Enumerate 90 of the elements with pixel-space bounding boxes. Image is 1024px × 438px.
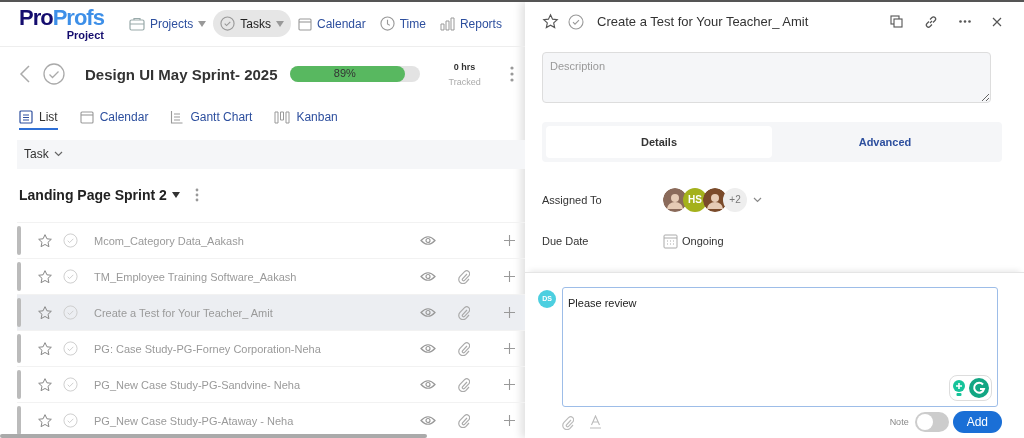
add-icon[interactable] [504, 415, 515, 426]
comment-field[interactable]: Please review [562, 286, 998, 407]
eye-icon[interactable] [420, 307, 436, 318]
columns-icon [274, 110, 291, 124]
add-icon[interactable] [504, 343, 515, 354]
paperclip-icon[interactable] [458, 341, 470, 356]
check-circle-icon [220, 16, 236, 32]
paperclip-icon[interactable] [458, 413, 470, 428]
paperclip-icon[interactable] [562, 414, 574, 430]
star-icon[interactable] [37, 340, 53, 357]
check-circle-icon[interactable] [63, 341, 78, 356]
list-icon [19, 110, 33, 125]
nav-tab[interactable]: Time [372, 10, 433, 38]
calendar-icon [79, 110, 94, 125]
note-toggle[interactable] [914, 412, 949, 433]
star-icon[interactable] [37, 376, 53, 393]
check-circle-icon[interactable] [568, 13, 584, 30]
add-icon[interactable] [504, 271, 515, 282]
calendar-icon [298, 16, 312, 31]
caret-icon[interactable] [171, 192, 180, 199]
avatar[interactable] [703, 188, 727, 212]
hours-value: 0 hrs [453, 61, 476, 72]
task-title: Create a Test for Your Teacher_ Amit [597, 14, 810, 30]
details-tab[interactable]: Details [546, 126, 772, 159]
paperclip-icon[interactable] [458, 269, 470, 284]
calendar-icon [663, 233, 678, 250]
field-label: Assigned To [542, 194, 603, 206]
chevron-icon[interactable] [753, 197, 762, 203]
check-circle-icon[interactable] [63, 269, 78, 284]
avatar[interactable] [663, 188, 687, 212]
proprofs-logo[interactable]: ProProfs Project [19, 6, 104, 41]
details-tab[interactable]: Advanced [772, 126, 998, 159]
drag-handle[interactable] [17, 370, 21, 399]
eye-icon[interactable] [420, 271, 436, 282]
copy-icon[interactable] [890, 15, 903, 29]
note-label: Note [889, 417, 909, 428]
eye-icon[interactable] [420, 379, 436, 390]
hours-caption: Tracked [448, 76, 481, 87]
drag-handle[interactable] [17, 226, 21, 255]
column-header[interactable]: Task [24, 147, 63, 162]
add-icon[interactable] [504, 379, 515, 390]
gantt-icon [170, 110, 185, 125]
check-circle-icon[interactable] [43, 63, 65, 86]
nav-tab[interactable]: Tasks [213, 10, 291, 38]
group-title[interactable]: Landing Page Sprint 2 [19, 187, 167, 204]
add-icon[interactable] [504, 307, 515, 318]
view-tab[interactable]: List [19, 106, 58, 131]
project-title: Design UI May Sprint- 2025 [85, 65, 278, 83]
nav-tab[interactable]: Reports [432, 10, 509, 38]
scrollbar[interactable] [0, 434, 427, 438]
progress-label: 89% [332, 67, 357, 80]
star-icon[interactable] [37, 412, 53, 429]
comment-text: Please review [568, 296, 637, 309]
star-icon[interactable] [37, 232, 53, 249]
text-format-icon[interactable] [590, 415, 601, 430]
briefcase-icon [128, 16, 145, 31]
check-circle-icon[interactable] [63, 233, 78, 248]
view-tab[interactable]: Calendar [79, 106, 149, 131]
due-date-value[interactable]: Ongoing [682, 235, 724, 248]
field-label: Due Date [542, 235, 590, 248]
add-button[interactable]: Add [952, 411, 1002, 434]
check-circle-icon[interactable] [63, 305, 78, 320]
star-icon[interactable] [37, 304, 53, 321]
eye-icon[interactable] [420, 415, 436, 426]
nav-tab[interactable]: Calendar [291, 10, 373, 38]
paperclip-icon[interactable] [458, 377, 470, 392]
add-icon[interactable] [504, 235, 515, 246]
drag-handle[interactable] [17, 406, 21, 435]
view-tab[interactable]: Gantt Chart [170, 106, 253, 131]
check-circle-icon[interactable] [63, 377, 78, 392]
nav-tab[interactable]: Projects [121, 10, 214, 38]
star-icon[interactable] [542, 13, 559, 31]
star-icon[interactable] [37, 268, 53, 285]
more-icon[interactable] [959, 20, 971, 24]
eye-icon[interactable] [420, 343, 436, 354]
grammar-assistant-icon[interactable] [949, 374, 992, 401]
bar-chart-icon [439, 16, 455, 31]
paperclip-icon[interactable] [458, 305, 470, 320]
more-assignees-badge[interactable]: +2 [723, 188, 747, 212]
drag-handle[interactable] [17, 298, 21, 327]
check-circle-icon[interactable] [63, 413, 78, 428]
drag-handle[interactable] [17, 334, 21, 363]
close-icon[interactable] [992, 16, 1002, 27]
eye-icon[interactable] [420, 235, 436, 246]
description-field[interactable]: Description [542, 52, 991, 104]
view-tab[interactable]: Kanban [274, 106, 338, 131]
link-icon[interactable] [924, 14, 938, 29]
drag-handle[interactable] [17, 262, 21, 291]
clock-icon [379, 16, 395, 32]
chevron-icon [53, 151, 63, 158]
